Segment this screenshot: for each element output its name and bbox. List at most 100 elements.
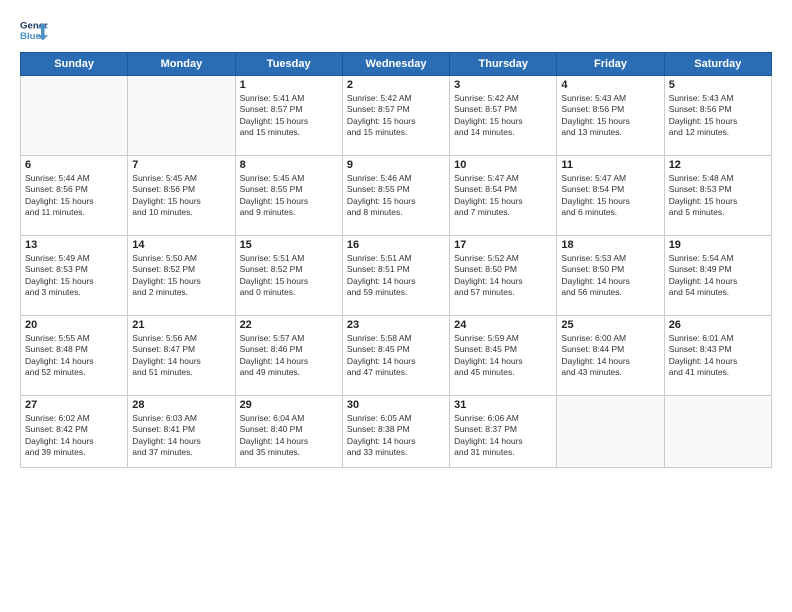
day-info: Sunrise: 5:51 AMSunset: 8:52 PMDaylight:… — [240, 253, 338, 299]
weekday-header-row: SundayMondayTuesdayWednesdayThursdayFrid… — [21, 53, 772, 76]
day-info: Sunrise: 6:04 AMSunset: 8:40 PMDaylight:… — [240, 413, 338, 459]
day-number: 26 — [669, 319, 767, 331]
calendar-cell: 3Sunrise: 5:42 AMSunset: 8:57 PMDaylight… — [450, 76, 557, 156]
week-row-1: 6Sunrise: 5:44 AMSunset: 8:56 PMDaylight… — [21, 156, 772, 236]
day-info: Sunrise: 5:48 AMSunset: 8:53 PMDaylight:… — [669, 173, 767, 219]
day-number: 15 — [240, 239, 338, 251]
weekday-header-tuesday: Tuesday — [235, 53, 342, 76]
day-info: Sunrise: 5:47 AMSunset: 8:54 PMDaylight:… — [454, 173, 552, 219]
day-number: 29 — [240, 399, 338, 411]
calendar-cell: 4 Sunrise: 5:43 AMSunset: 8:56 PMDaylight… — [557, 76, 664, 156]
day-info: Sunrise: 5:45 AMSunset: 8:55 PMDaylight:… — [240, 173, 338, 219]
day-info: Sunrise: 5:56 AMSunset: 8:47 PMDaylight:… — [132, 333, 230, 379]
week-row-0: 1 Sunrise: 5:41 AMSunset: 8:57 PMDaylight… — [21, 76, 772, 156]
day-info: Sunrise: 6:05 AMSunset: 8:38 PMDaylight:… — [347, 413, 445, 459]
calendar-cell: 12 Sunrise: 5:48 AMSunset: 8:53 PMDayligh… — [664, 156, 771, 236]
calendar-cell — [664, 396, 771, 468]
day-number: 12 — [669, 159, 767, 171]
day-info: Sunrise: 6:00 AMSunset: 8:44 PMDaylight:… — [561, 333, 659, 379]
calendar-cell: 24 Sunrise: 5:59 AMSunset: 8:45 PMDayligh… — [450, 316, 557, 396]
weekday-header-saturday: Saturday — [664, 53, 771, 76]
day-info: Sunrise: 5:42 AMSunset: 8:57 PMDaylight:… — [454, 93, 552, 139]
calendar-cell: 28 Sunrise: 6:03 AMSunset: 8:41 PMDayligh… — [128, 396, 235, 468]
day-info: Sunrise: 6:03 AMSunset: 8:41 PMDaylight:… — [132, 413, 230, 459]
day-number: 9 — [347, 159, 445, 171]
day-info: Sunrise: 5:51 AMSunset: 8:51 PMDaylight:… — [347, 253, 445, 299]
day-info: Sunrise: 6:02 AMSunset: 8:42 PMDaylight:… — [25, 413, 123, 459]
day-info: Sunrise: 5:52 AMSunset: 8:50 PMDaylight:… — [454, 253, 552, 299]
calendar-cell: 25 Sunrise: 6:00 AMSunset: 8:44 PMDayligh… — [557, 316, 664, 396]
day-info: Sunrise: 5:59 AMSunset: 8:45 PMDaylight:… — [454, 333, 552, 379]
weekday-header-wednesday: Wednesday — [342, 53, 449, 76]
day-info: Sunrise: 5:49 AMSunset: 8:53 PMDaylight:… — [25, 253, 123, 299]
calendar-cell: 21 Sunrise: 5:56 AMSunset: 8:47 PMDayligh… — [128, 316, 235, 396]
day-info: Sunrise: 5:44 AMSunset: 8:56 PMDaylight:… — [25, 173, 123, 219]
day-number: 2 — [347, 79, 445, 91]
calendar-cell: 8Sunrise: 5:45 AMSunset: 8:55 PMDaylight… — [235, 156, 342, 236]
day-info: Sunrise: 5:54 AMSunset: 8:49 PMDaylight:… — [669, 253, 767, 299]
day-number: 20 — [25, 319, 123, 331]
calendar-cell: 9 Sunrise: 5:46 AMSunset: 8:55 PMDaylight… — [342, 156, 449, 236]
day-info: Sunrise: 5:47 AMSunset: 8:54 PMDaylight:… — [561, 173, 659, 219]
day-number: 4 — [561, 79, 659, 91]
weekday-header-friday: Friday — [557, 53, 664, 76]
calendar-cell: 27 Sunrise: 6:02 AMSunset: 8:42 PMDayligh… — [21, 396, 128, 468]
day-info: Sunrise: 5:41 AMSunset: 8:57 PMDaylight:… — [240, 93, 338, 139]
day-info: Sunrise: 5:43 AMSunset: 8:56 PMDaylight:… — [561, 93, 659, 139]
calendar-cell: 18 Sunrise: 5:53 AMSunset: 8:50 PMDayligh… — [557, 236, 664, 316]
calendar-cell: 11Sunrise: 5:47 AMSunset: 8:54 PMDayligh… — [557, 156, 664, 236]
day-number: 21 — [132, 319, 230, 331]
week-row-2: 13 Sunrise: 5:49 AMSunset: 8:53 PMDayligh… — [21, 236, 772, 316]
day-number: 7 — [132, 159, 230, 171]
day-number: 5 — [669, 79, 767, 91]
calendar-cell: 19 Sunrise: 5:54 AMSunset: 8:49 PMDayligh… — [664, 236, 771, 316]
weekday-header-thursday: Thursday — [450, 53, 557, 76]
calendar-cell: 6Sunrise: 5:44 AMSunset: 8:56 PMDaylight… — [21, 156, 128, 236]
header: General Blue — [20, 16, 772, 44]
day-number: 22 — [240, 319, 338, 331]
logo: General Blue — [20, 16, 48, 44]
page: General Blue SundayMondayTuesdayWednesda… — [0, 0, 792, 612]
calendar-cell: 1 Sunrise: 5:41 AMSunset: 8:57 PMDaylight… — [235, 76, 342, 156]
weekday-header-monday: Monday — [128, 53, 235, 76]
day-number: 10 — [454, 159, 552, 171]
calendar-cell: 20 Sunrise: 5:55 AMSunset: 8:48 PMDayligh… — [21, 316, 128, 396]
day-info: Sunrise: 5:45 AMSunset: 8:56 PMDaylight:… — [132, 173, 230, 219]
day-info: Sunrise: 5:55 AMSunset: 8:48 PMDaylight:… — [25, 333, 123, 379]
day-number: 27 — [25, 399, 123, 411]
calendar-cell: 13 Sunrise: 5:49 AMSunset: 8:53 PMDayligh… — [21, 236, 128, 316]
calendar-cell: 15 Sunrise: 5:51 AMSunset: 8:52 PMDayligh… — [235, 236, 342, 316]
calendar-cell: 17 Sunrise: 5:52 AMSunset: 8:50 PMDayligh… — [450, 236, 557, 316]
day-number: 13 — [25, 239, 123, 251]
calendar-cell — [128, 76, 235, 156]
day-number: 16 — [347, 239, 445, 251]
day-info: Sunrise: 5:58 AMSunset: 8:45 PMDaylight:… — [347, 333, 445, 379]
day-info: Sunrise: 5:46 AMSunset: 8:55 PMDaylight:… — [347, 173, 445, 219]
day-info: Sunrise: 5:43 AMSunset: 8:56 PMDaylight:… — [669, 93, 767, 139]
calendar-cell: 5 Sunrise: 5:43 AMSunset: 8:56 PMDaylight… — [664, 76, 771, 156]
day-number: 24 — [454, 319, 552, 331]
calendar-cell: 14Sunrise: 5:50 AMSunset: 8:52 PMDayligh… — [128, 236, 235, 316]
day-number: 30 — [347, 399, 445, 411]
calendar-cell: 31 Sunrise: 6:06 AMSunset: 8:37 PMDayligh… — [450, 396, 557, 468]
calendar-cell: 2 Sunrise: 5:42 AMSunset: 8:57 PMDaylight… — [342, 76, 449, 156]
calendar-cell: 7 Sunrise: 5:45 AMSunset: 8:56 PMDaylight… — [128, 156, 235, 236]
day-number: 31 — [454, 399, 552, 411]
day-info: Sunrise: 5:53 AMSunset: 8:50 PMDaylight:… — [561, 253, 659, 299]
day-number: 17 — [454, 239, 552, 251]
day-number: 23 — [347, 319, 445, 331]
day-number: 19 — [669, 239, 767, 251]
day-info: Sunrise: 6:01 AMSunset: 8:43 PMDaylight:… — [669, 333, 767, 379]
calendar-cell: 26 Sunrise: 6:01 AMSunset: 8:43 PMDayligh… — [664, 316, 771, 396]
day-info: Sunrise: 6:06 AMSunset: 8:37 PMDaylight:… — [454, 413, 552, 459]
calendar-cell: 10 Sunrise: 5:47 AMSunset: 8:54 PMDayligh… — [450, 156, 557, 236]
calendar-cell: 16 Sunrise: 5:51 AMSunset: 8:51 PMDayligh… — [342, 236, 449, 316]
day-number: 1 — [240, 79, 338, 91]
day-info: Sunrise: 5:42 AMSunset: 8:57 PMDaylight:… — [347, 93, 445, 139]
calendar-cell — [557, 396, 664, 468]
day-info: Sunrise: 5:57 AMSunset: 8:46 PMDaylight:… — [240, 333, 338, 379]
day-number: 14 — [132, 239, 230, 251]
day-number: 25 — [561, 319, 659, 331]
day-number: 28 — [132, 399, 230, 411]
day-number: 18 — [561, 239, 659, 251]
